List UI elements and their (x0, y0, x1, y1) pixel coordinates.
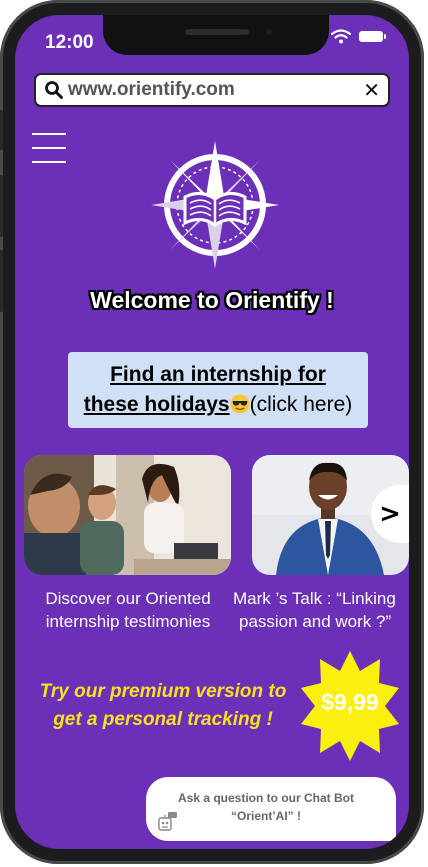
battery-icon (359, 31, 386, 42)
chatbot-line-1[interactable]: Ask a question to our Chat Bot (156, 789, 376, 807)
robot-icon (158, 812, 177, 831)
phone-notch (103, 15, 329, 55)
volume-up-button (0, 175, 3, 237)
premium-promo-text[interactable]: Try our premium version to get a persona… (21, 678, 305, 734)
testimonies-caption-line-1[interactable]: Discover our Oriented (21, 587, 235, 610)
find-internship-button[interactable]: Find an internship for these holidays (c… (68, 352, 368, 428)
premium-price[interactable]: $9,99 (301, 689, 399, 716)
orientify-logo (151, 141, 279, 269)
wifi-icon (331, 29, 351, 44)
testimonies-caption[interactable]: Discover our Oriented internship testimo… (21, 587, 235, 633)
volume-down-button (0, 250, 3, 312)
status-icons (331, 29, 386, 44)
cta-link[interactable]: these holidays (84, 393, 230, 416)
testimonies-image[interactable] (24, 455, 231, 575)
address-bar[interactable]: www.orientify.com ✕ (34, 73, 390, 107)
mark-talk-caption[interactable]: Mark ’s Talk : “Linking passion and work… (231, 587, 409, 633)
mark-talk-caption-line-1[interactable]: Mark ’s Talk : “Linking (233, 587, 409, 610)
chatbot-prompt[interactable]: Ask a question to our Chat Bot “Orient’A… (156, 789, 376, 825)
chatbot-bubble[interactable]: Ask a question to our Chat Bot “Orient’A… (146, 777, 396, 841)
url-text[interactable]: www.orientify.com (68, 79, 363, 101)
mark-talk-caption-line-2[interactable]: passion and work ?” (233, 610, 409, 633)
premium-line-2[interactable]: get a personal tracking ! (21, 706, 305, 734)
premium-line-1[interactable]: Try our premium version to (21, 678, 305, 706)
testimonies-caption-line-2[interactable]: internship testimonies (21, 610, 235, 633)
sunglasses-emoji-icon (230, 394, 250, 414)
speaker-grille (185, 29, 249, 35)
welcome-heading: Welcome to Orientify ! (90, 287, 334, 313)
front-camera (263, 26, 275, 38)
testimonies-photo (24, 455, 231, 575)
cta-line-1[interactable]: Find an internship for (110, 363, 326, 386)
status-time: 12:00 (45, 32, 94, 53)
cta-click-here[interactable]: (click here) (250, 393, 353, 416)
chatbot-line-2[interactable]: “Orient’AI” ! (156, 807, 376, 825)
app-screen: 12:00 www.orientify.com ✕ Welcome to Ori… (15, 15, 409, 849)
phone-frame: 12:00 www.orientify.com ✕ Welcome to Ori… (0, 0, 424, 864)
hamburger-menu-icon[interactable] (32, 133, 68, 167)
search-icon (45, 81, 63, 99)
mute-switch (0, 110, 3, 150)
close-icon[interactable]: ✕ (363, 78, 380, 102)
